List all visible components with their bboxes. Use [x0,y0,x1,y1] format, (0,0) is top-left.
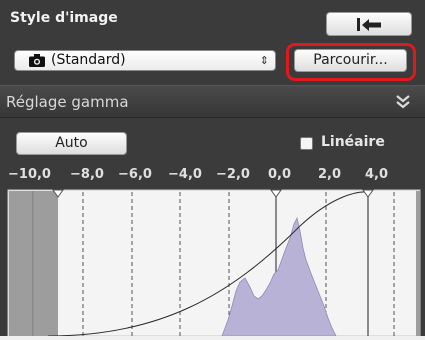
undo-arrow-icon [357,18,381,31]
image-adjustment-panel: Style d'image (Standard) ⇕ Parcourir... … [0,0,425,340]
axis-label: −4,0 [168,167,202,182]
picture-style-select[interactable]: (Standard) ⇕ [14,50,276,71]
clipped-highlight-region [416,191,420,336]
panel-bottom-edge [0,336,425,340]
axis-label: 4,0 [365,167,389,182]
axis-label: 0,0 [268,167,292,182]
axis-label: −10,0 [8,167,51,182]
linear-label: Linéaire [321,134,385,150]
select-arrows-icon: ⇕ [259,54,269,67]
axis-label: −6,0 [118,167,152,182]
browse-button[interactable]: Parcourir... [294,49,407,72]
gamma-graph[interactable] [0,186,425,336]
double-chevron-down-icon[interactable] [395,94,411,110]
selected-style-label: (Standard) [51,52,126,68]
axis-label: 2,0 [318,167,342,182]
image-style-title: Style d'image [10,10,118,26]
gamma-section-header[interactable]: Réglage gamma [0,85,425,118]
undo-button[interactable] [326,12,412,36]
auto-button[interactable]: Auto [16,132,127,155]
linear-checkbox[interactable] [300,137,313,150]
axis-label: −8,0 [70,167,104,182]
camera-icon [29,54,45,67]
axis-label: −2,0 [216,167,250,182]
gamma-section-title: Réglage gamma [6,93,129,111]
